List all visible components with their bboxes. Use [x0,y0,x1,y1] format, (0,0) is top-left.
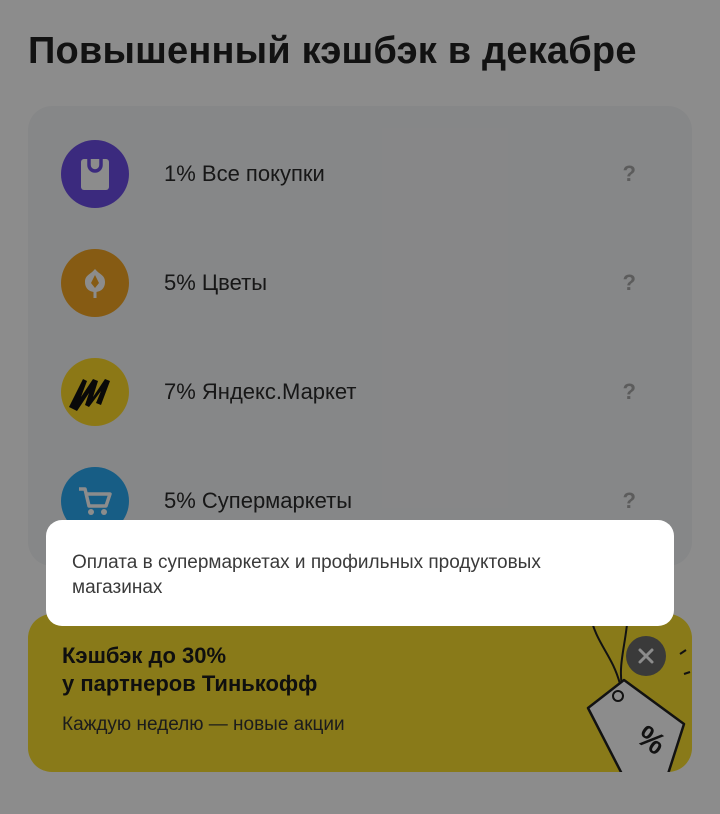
category-tooltip: Оплата в супермаркетах и профильных прод… [46,520,674,626]
tooltip-text: Оплата в супермаркетах и профильных прод… [72,552,541,598]
modal-backdrop[interactable] [0,0,720,814]
cashback-screen: Повышенный кэшбэк в декабре 1% Все покуп… [0,0,720,814]
